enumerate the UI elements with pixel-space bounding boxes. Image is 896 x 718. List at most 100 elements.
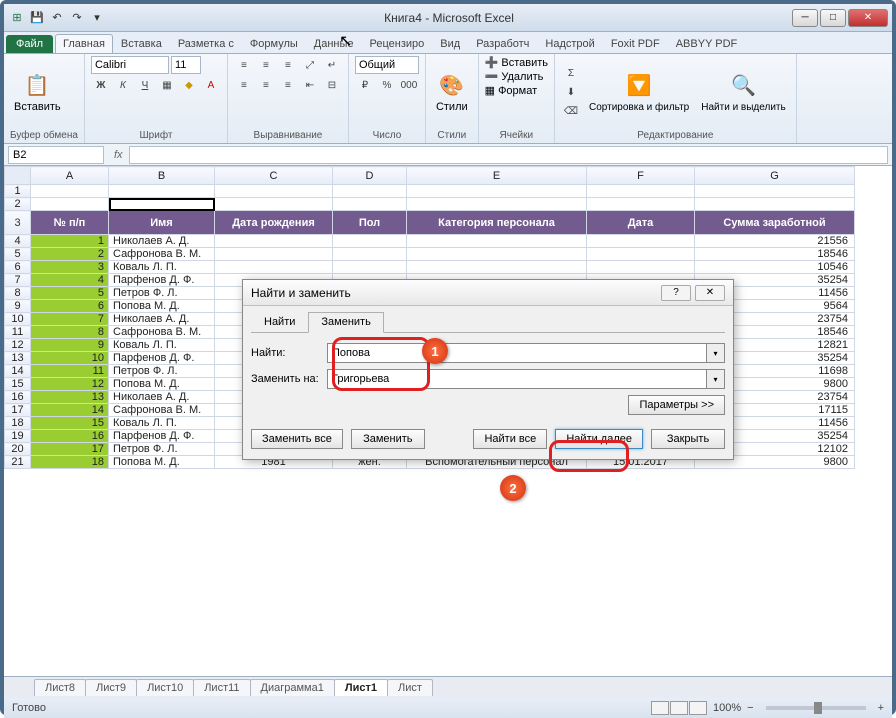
table-header-cell[interactable]: Дата — [587, 211, 695, 235]
cell[interactable] — [215, 248, 333, 261]
cell[interactable]: 16 — [31, 430, 109, 443]
cell[interactable] — [333, 261, 407, 274]
zoom-out-button[interactable]: − — [747, 702, 753, 714]
row-header[interactable]: 19 — [5, 430, 31, 443]
formula-input[interactable] — [129, 146, 888, 164]
row-header[interactable]: 8 — [5, 287, 31, 300]
cell[interactable]: 18546 — [695, 248, 855, 261]
find-next-button[interactable]: Найти далее — [555, 429, 643, 449]
cell[interactable]: 14 — [31, 404, 109, 417]
number-format-combo[interactable] — [355, 56, 419, 74]
row-header[interactable]: 10 — [5, 313, 31, 326]
percent-button[interactable]: % — [377, 76, 397, 94]
row-header[interactable]: 18 — [5, 417, 31, 430]
cell[interactable] — [333, 248, 407, 261]
cell[interactable]: Парфенов Д. Ф. — [109, 352, 215, 365]
cell[interactable]: Коваль Л. П. — [109, 261, 215, 274]
cell[interactable]: 4 — [31, 274, 109, 287]
fill-button[interactable]: ⬇ — [561, 83, 581, 101]
dialog-help-button[interactable]: ? — [661, 285, 691, 301]
cells-insert-button[interactable]: ➕Вставить — [485, 56, 548, 69]
sheet-tab[interactable]: Лист8 — [34, 679, 86, 696]
col-header[interactable]: G — [695, 167, 855, 185]
qat-more-icon[interactable]: ▾ — [88, 9, 106, 27]
dialog-tab-find[interactable]: Найти — [251, 312, 308, 332]
row-header[interactable]: 3 — [5, 211, 31, 235]
find-dropdown-button[interactable]: ▾ — [707, 343, 725, 363]
table-header-cell[interactable]: Сумма заработной — [695, 211, 855, 235]
bold-button[interactable]: Ж — [91, 76, 111, 94]
align-left-button[interactable]: ≡ — [234, 76, 254, 94]
cell[interactable]: 5 — [31, 287, 109, 300]
cell[interactable] — [587, 248, 695, 261]
cell[interactable]: Коваль Л. П. — [109, 339, 215, 352]
styles-button[interactable]: 🎨 Стили — [432, 69, 472, 115]
cell[interactable]: 7 — [31, 313, 109, 326]
cell[interactable]: Парфенов Д. Ф. — [109, 430, 215, 443]
cell[interactable]: 21556 — [695, 235, 855, 248]
dialog-close-button[interactable]: ✕ — [695, 285, 725, 301]
cell[interactable]: 17 — [31, 443, 109, 456]
close-button[interactable]: Закрыть — [651, 429, 725, 449]
table-header-cell[interactable]: Пол — [333, 211, 407, 235]
cell[interactable] — [215, 235, 333, 248]
row-header[interactable]: 15 — [5, 378, 31, 391]
cell[interactable] — [407, 261, 587, 274]
align-center-button[interactable]: ≡ — [256, 76, 276, 94]
paste-button[interactable]: 📋 Вставить — [10, 69, 65, 115]
cell[interactable]: Коваль Л. П. — [109, 417, 215, 430]
find-all-button[interactable]: Найти все — [473, 429, 547, 449]
fx-icon[interactable]: fx — [108, 149, 129, 161]
cell[interactable] — [215, 261, 333, 274]
zoom-slider[interactable] — [766, 706, 866, 710]
align-bot-button[interactable]: ≡ — [278, 56, 298, 74]
row-header[interactable]: 17 — [5, 404, 31, 417]
col-header[interactable]: A — [31, 167, 109, 185]
row-header[interactable]: 21 — [5, 456, 31, 469]
cell[interactable] — [407, 248, 587, 261]
col-header[interactable]: F — [587, 167, 695, 185]
cell[interactable]: 8 — [31, 326, 109, 339]
row-header[interactable]: 9 — [5, 300, 31, 313]
find-input[interactable] — [327, 343, 707, 363]
cell[interactable]: Парфенов Д. Ф. — [109, 274, 215, 287]
sheet-tab[interactable]: Лист1 — [334, 679, 388, 696]
underline-button[interactable]: Ч — [135, 76, 155, 94]
cell[interactable]: 3 — [31, 261, 109, 274]
font-color-button[interactable]: A — [201, 76, 221, 94]
cell[interactable]: Николаев А. Д. — [109, 313, 215, 326]
cells-format-button[interactable]: ▦Формат — [485, 84, 537, 97]
table-header-cell[interactable]: Дата рождения — [215, 211, 333, 235]
merge-button[interactable]: ⊟ — [322, 76, 342, 94]
cell[interactable]: 1 — [31, 235, 109, 248]
table-header-cell[interactable]: № п/п — [31, 211, 109, 235]
row-header[interactable]: 16 — [5, 391, 31, 404]
row-header[interactable]: 7 — [5, 274, 31, 287]
cell[interactable]: 18 — [31, 456, 109, 469]
cell[interactable]: 13 — [31, 391, 109, 404]
params-button[interactable]: Параметры >> — [628, 395, 725, 415]
cell[interactable] — [333, 235, 407, 248]
replace-button[interactable]: Заменить — [351, 429, 425, 449]
clear-button[interactable]: ⌫ — [561, 102, 581, 120]
replace-input[interactable] — [327, 369, 707, 389]
sheet-tab[interactable]: Лист10 — [136, 679, 194, 696]
tab-layout[interactable]: Разметка с — [170, 34, 242, 53]
col-header[interactable]: D — [333, 167, 407, 185]
tab-data[interactable]: Данные — [306, 34, 362, 53]
font-name-combo[interactable] — [91, 56, 169, 74]
col-header[interactable]: C — [215, 167, 333, 185]
cell[interactable]: Попова М. Д. — [109, 378, 215, 391]
close-button[interactable]: ✕ — [848, 9, 888, 27]
align-top-button[interactable]: ≡ — [234, 56, 254, 74]
tab-abbyy[interactable]: ABBYY PDF — [668, 34, 746, 53]
cell[interactable]: 9 — [31, 339, 109, 352]
cell[interactable]: 6 — [31, 300, 109, 313]
sheet-tab[interactable]: Лист9 — [85, 679, 137, 696]
currency-button[interactable]: ₽ — [355, 76, 375, 94]
align-right-button[interactable]: ≡ — [278, 76, 298, 94]
tab-foxit[interactable]: Foxit PDF — [603, 34, 668, 53]
replace-dropdown-button[interactable]: ▾ — [707, 369, 725, 389]
tab-developer[interactable]: Разработч — [468, 34, 537, 53]
cell[interactable]: Сафронова В. М. — [109, 248, 215, 261]
